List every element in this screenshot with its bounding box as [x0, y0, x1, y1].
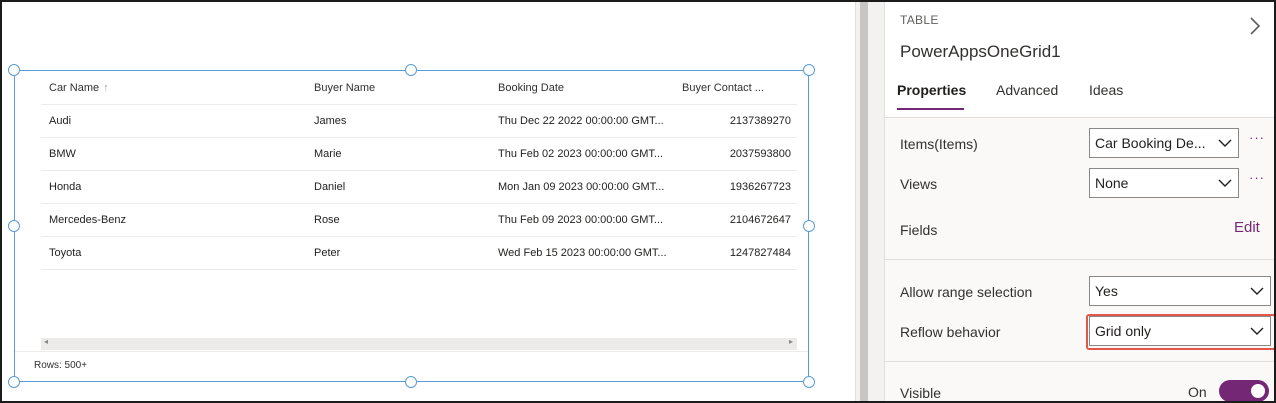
resize-handle-top-right[interactable]	[803, 64, 815, 76]
cell-car-name: Mercedes-Benz	[49, 214, 127, 226]
scroll-right-icon[interactable]: ▸	[789, 337, 793, 346]
scrollbar-thumb[interactable]	[860, 2, 868, 401]
items-dropdown[interactable]: Car Booking De...	[1089, 128, 1239, 158]
control-type-label: TABLE	[900, 13, 939, 27]
section-divider	[885, 361, 1274, 362]
app-frame: Car Name ↑ Buyer Name Booking Date Buyer…	[0, 0, 1276, 403]
cell-booking-date: Wed Feb 15 2023 00:00:00 GMT...	[498, 247, 667, 259]
cell-buyer-contact: 2104672647	[729, 214, 791, 226]
tab-ideas[interactable]: Ideas	[1089, 82, 1123, 110]
visible-toggle[interactable]	[1219, 380, 1269, 401]
grid-control[interactable]: Car Name ↑ Buyer Name Booking Date Buyer…	[14, 70, 809, 382]
footer-divider	[15, 351, 808, 352]
reflow-behavior-label: Reflow behavior	[900, 324, 1001, 340]
range-selection-label: Allow range selection	[900, 284, 1033, 300]
table-row[interactable]: Toyota Peter Wed Feb 15 2023 00:00:00 GM…	[41, 237, 797, 270]
chevron-down-icon	[1212, 129, 1238, 157]
cell-car-name: Audi	[49, 115, 72, 127]
resize-handle-bottom[interactable]	[405, 376, 417, 388]
scroll-left-icon[interactable]: ◂	[44, 337, 48, 346]
range-selection-dropdown[interactable]: Yes	[1089, 276, 1271, 306]
resize-handle-bottom-left[interactable]	[8, 376, 20, 388]
tab-properties[interactable]: Properties	[897, 82, 966, 110]
section-divider	[885, 259, 1274, 260]
cell-booking-date: Thu Feb 09 2023 00:00:00 GMT...	[498, 214, 664, 226]
resize-handle-top[interactable]	[405, 64, 417, 76]
resize-handle-right[interactable]	[803, 220, 815, 232]
horizontal-scrollbar[interactable]: ◂ ▸	[41, 337, 797, 350]
toggle-knob	[1251, 384, 1265, 398]
resize-handle-left[interactable]	[8, 220, 20, 232]
items-value: Car Booking De...	[1095, 135, 1206, 151]
cell-buyer-name: Daniel	[314, 181, 346, 193]
visible-label: Visible	[900, 385, 941, 401]
highlight-box	[1086, 314, 1274, 350]
table-row[interactable]: BMW Marie Thu Feb 02 2023 00:00:00 GMT..…	[41, 138, 797, 171]
control-name[interactable]: PowerAppsOneGrid1	[900, 42, 1061, 62]
cell-buyer-name: Peter	[314, 247, 341, 259]
table-row[interactable]: Honda Daniel Mon Jan 09 2023 00:00:00 GM…	[41, 171, 797, 204]
cell-car-name: Honda	[49, 181, 82, 193]
items-more-options-icon[interactable]: ···	[1249, 130, 1265, 145]
cell-buyer-name: Marie	[314, 148, 342, 160]
data-table: Car Name ↑ Buyer Name Booking Date Buyer…	[41, 71, 797, 270]
cell-buyer-contact: 2037593800	[729, 148, 791, 160]
range-selection-value: Yes	[1095, 283, 1118, 299]
cell-buyer-contact: 1936267723	[729, 181, 791, 193]
cell-buyer-contact: 1247827484	[729, 247, 791, 259]
design-canvas[interactable]: Car Name ↑ Buyer Name Booking Date Buyer…	[2, 2, 855, 401]
cell-buyer-name: Rose	[314, 214, 340, 226]
table-row[interactable]: Mercedes-Benz Rose Thu Feb 09 2023 00:00…	[41, 204, 797, 237]
rows-count: Rows: 500+	[34, 360, 88, 371]
canvas-vertical-scrollbar[interactable]	[855, 2, 884, 401]
cell-booking-date: Thu Dec 22 2022 00:00:00 GMT...	[498, 115, 664, 127]
views-more-options-icon[interactable]: ···	[1249, 170, 1265, 185]
cell-booking-date: Thu Feb 02 2023 00:00:00 GMT...	[498, 148, 664, 160]
fields-label: Fields	[900, 222, 938, 238]
table-row[interactable]: Audi James Thu Dec 22 2022 00:00:00 GMT.…	[41, 105, 797, 138]
properties-pane: TABLE PowerAppsOneGrid1 Properties Advan…	[884, 2, 1274, 401]
chevron-down-icon	[1212, 169, 1238, 197]
edit-fields-link[interactable]: Edit	[1234, 219, 1260, 236]
properties-list: Items(Items) Car Booking De... ··· Views…	[885, 117, 1274, 401]
visible-toggle-state: On	[1188, 384, 1207, 400]
sort-ascending-icon: ↑	[103, 81, 109, 94]
cell-car-name: Toyota	[49, 247, 82, 259]
cell-car-name: BMW	[49, 148, 76, 160]
resize-handle-top-left[interactable]	[8, 64, 20, 76]
cell-buyer-contact: 2137389270	[729, 115, 791, 127]
cell-booking-date: Mon Jan 09 2023 00:00:00 GMT...	[498, 181, 665, 193]
chevron-down-icon	[1244, 277, 1270, 305]
column-header-booking-date[interactable]: Booking Date	[498, 71, 668, 104]
column-header-buyer-name[interactable]: Buyer Name	[314, 71, 484, 104]
chevron-right-icon[interactable]	[1248, 16, 1262, 36]
active-tab-indicator	[897, 108, 964, 110]
table-header-row: Car Name ↑ Buyer Name Booking Date Buyer…	[41, 71, 797, 105]
cell-buyer-name: James	[314, 115, 347, 127]
views-value: None	[1095, 175, 1129, 191]
column-header-car-name[interactable]: Car Name ↑	[49, 71, 299, 104]
views-label: Views	[900, 176, 938, 192]
column-header-buyer-contact[interactable]: Buyer Contact ...	[682, 71, 797, 104]
views-dropdown[interactable]: None	[1089, 168, 1239, 198]
tab-advanced[interactable]: Advanced	[996, 82, 1058, 110]
resize-handle-bottom-right[interactable]	[803, 376, 815, 388]
items-label: Items(Items)	[900, 136, 978, 152]
